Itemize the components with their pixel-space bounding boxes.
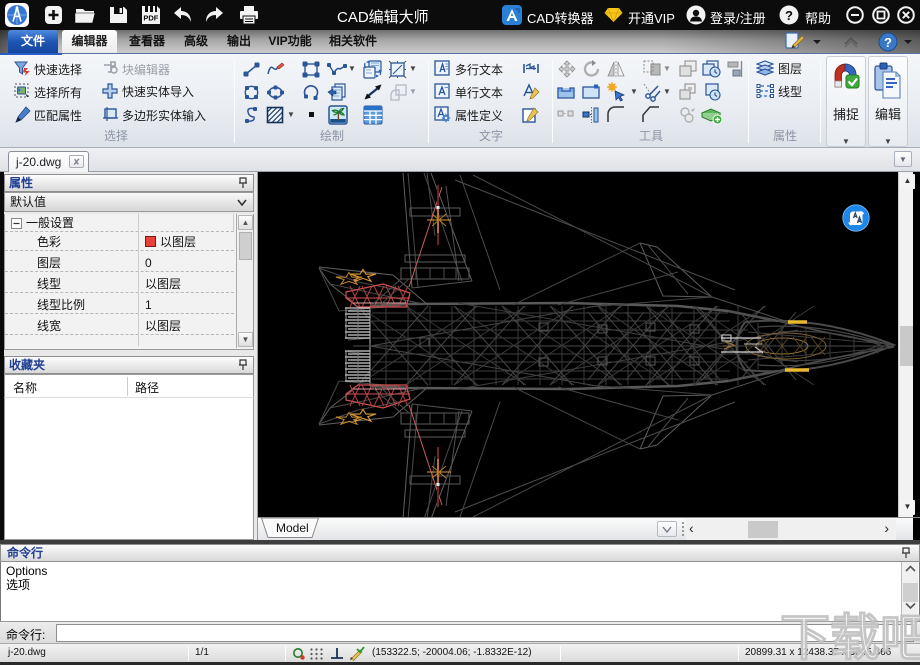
svg-text:?: ? [884,35,892,50]
svg-text:Model: Model [276,521,309,535]
svg-text:?: ? [785,8,793,23]
svg-text:PDF: PDF [143,14,158,23]
